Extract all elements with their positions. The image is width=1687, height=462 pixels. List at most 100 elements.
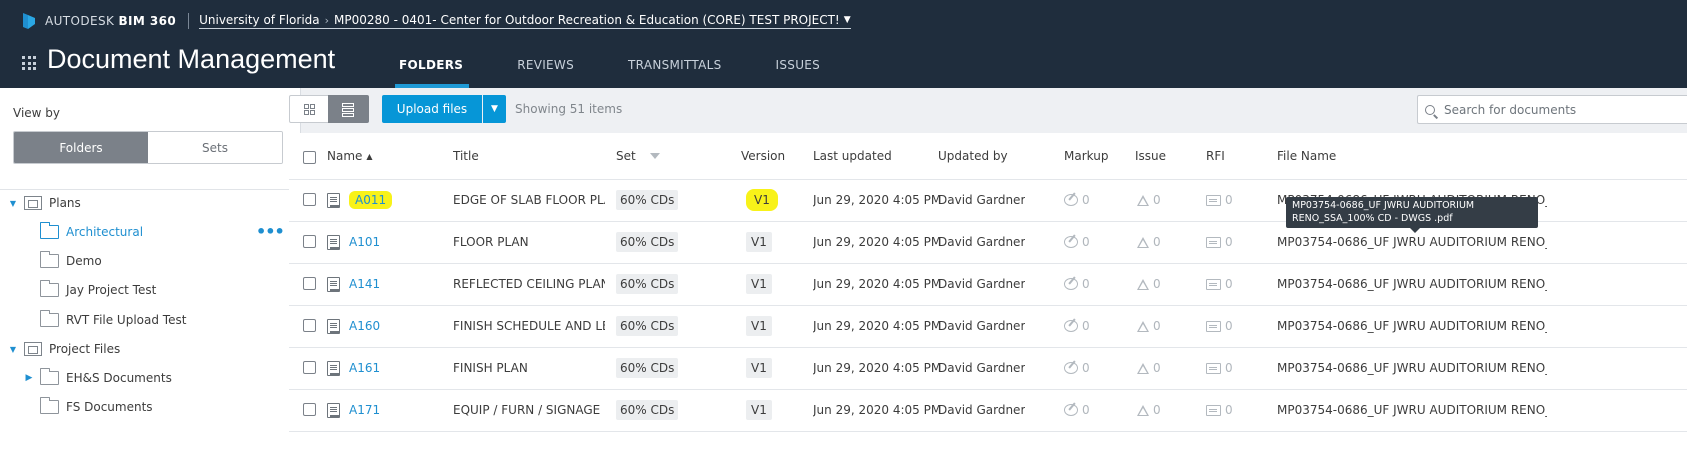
tree-item-ehs-documents[interactable]: ▶ EH&S Documents (24, 366, 172, 390)
issue-cell[interactable]: 0 (1137, 389, 1161, 431)
select-all-checkbox[interactable] (303, 151, 316, 164)
name-cell[interactable]: A160 (327, 305, 380, 347)
tab-issues[interactable]: ISSUES (776, 52, 821, 88)
upload-dropdown-icon[interactable]: ▼ (483, 95, 506, 123)
name-cell[interactable]: A011 (327, 179, 393, 221)
version-cell[interactable]: V1 (746, 305, 772, 347)
upload-files-button[interactable]: Upload files (382, 95, 482, 123)
rfi-cell[interactable]: 0 (1206, 389, 1233, 431)
document-name-link[interactable]: A160 (349, 319, 380, 333)
tab-reviews[interactable]: REVIEWS (517, 52, 574, 88)
table-row[interactable]: A160 FINISH SCHEDULE AND LEG... 60% CDs V1 J… (289, 305, 1687, 348)
document-name-link[interactable]: A161 (349, 361, 380, 375)
row-checkbox[interactable] (303, 361, 316, 374)
document-name-link[interactable]: A171 (349, 403, 380, 417)
tree-item-plans[interactable]: ▼ Plans (8, 191, 81, 215)
table-row[interactable]: A161 FINISH PLAN 60% CDs V1 Jun 29, 2020 4:0… (289, 347, 1687, 390)
tree-item-project-files[interactable]: ▼ Project Files (8, 337, 120, 361)
filter-icon[interactable] (649, 153, 660, 159)
issue-warning-icon (1137, 404, 1149, 416)
rfi-count: 0 (1225, 277, 1233, 291)
app-switcher-icon[interactable] (22, 56, 36, 70)
name-cell[interactable]: A161 (327, 347, 380, 389)
table-row[interactable]: A171 EQUIP / FURN / SIGNAGE P... 60% CDs V1… (289, 389, 1687, 432)
list-view-button[interactable] (328, 95, 369, 123)
rfi-cell[interactable]: 0 (1206, 221, 1233, 263)
row-checkbox[interactable] (303, 235, 316, 248)
file-name-cell[interactable]: MP03754-0686_UF JWRU AUDITORIUM RENO_SSA… (1277, 389, 1547, 431)
tree-item-fs-documents[interactable]: FS Documents (40, 395, 153, 419)
file-name-cell[interactable]: MP03754-0686_UF JWRU AUDITORIUM RENO_SSA… (1277, 305, 1547, 347)
issue-cell[interactable]: 0 (1137, 347, 1161, 389)
col-rfi-header[interactable]: RFI (1206, 133, 1225, 179)
project-name[interactable]: MP00280 - 0401- Center for Outdoor Recre… (334, 13, 840, 27)
rfi-cell[interactable]: 0 (1206, 263, 1233, 305)
col-name-header[interactable]: Name ▲ (327, 133, 373, 179)
name-cell[interactable]: A171 (327, 389, 380, 431)
document-name-link[interactable]: A011 (349, 191, 393, 209)
expand-arrow-icon[interactable]: ▼ (8, 345, 18, 354)
rfi-cell[interactable]: 0 (1206, 347, 1233, 389)
version-badge[interactable]: V1 (746, 189, 778, 211)
autodesk-logo-icon[interactable] (22, 12, 36, 30)
grid-view-button[interactable] (289, 95, 329, 123)
col-updated-by-header[interactable]: Updated by (938, 133, 1008, 179)
search-input[interactable]: Search for documents (1417, 95, 1687, 124)
account-name[interactable]: University of Florida (199, 13, 320, 27)
col-markup-header[interactable]: Markup (1064, 133, 1108, 179)
col-file-name-header[interactable]: File Name (1277, 133, 1336, 179)
tree-item-architectural[interactable]: Architectural (40, 220, 143, 244)
row-checkbox[interactable] (303, 277, 316, 290)
expand-arrow-icon[interactable]: ▼ (8, 199, 18, 208)
version-cell[interactable]: V1 (746, 389, 772, 431)
issue-cell[interactable]: 0 (1137, 221, 1161, 263)
version-badge[interactable]: V1 (746, 400, 772, 420)
tree-item-demo[interactable]: Demo (40, 249, 102, 273)
version-badge[interactable]: V1 (746, 232, 772, 252)
chevron-down-icon[interactable]: ▼ (844, 15, 851, 25)
tab-folders[interactable]: FOLDERS (394, 52, 470, 88)
markup-cell[interactable]: 0 (1064, 263, 1090, 305)
row-checkbox[interactable] (303, 403, 316, 416)
tree-item-rvt-file-upload-test[interactable]: RVT File Upload Test (40, 308, 186, 332)
file-name-cell[interactable]: MP03754-0686_UF JWRU AUDITORIUM RENO_SSA… (1277, 263, 1547, 305)
markup-cell[interactable]: 0 (1064, 305, 1090, 347)
file-name-cell[interactable]: MP03754-0686_UF JWRU AUDITORIUM RENO_SSA… (1277, 347, 1547, 389)
tab-transmittals[interactable]: TRANSMITTALS (628, 52, 722, 88)
markup-cell[interactable]: 0 (1064, 179, 1090, 221)
row-checkbox[interactable] (303, 193, 316, 206)
version-cell[interactable]: V1 (746, 263, 772, 305)
document-name-link[interactable]: A141 (349, 277, 380, 291)
col-version-header[interactable]: Version (741, 133, 785, 179)
col-title-header[interactable]: Title (453, 133, 479, 179)
issue-cell[interactable]: 0 (1137, 179, 1161, 221)
version-cell[interactable]: V1 (746, 179, 778, 221)
markup-cell[interactable]: 0 (1064, 221, 1090, 263)
version-cell[interactable]: V1 (746, 221, 772, 263)
issue-cell[interactable]: 0 (1137, 305, 1161, 347)
name-cell[interactable]: A141 (327, 263, 380, 305)
name-cell[interactable]: A101 (327, 221, 380, 263)
document-name-link[interactable]: A101 (349, 235, 380, 249)
rfi-cell[interactable]: 0 (1206, 179, 1233, 221)
col-updated-header[interactable]: Last updated (813, 133, 892, 179)
view-by-sets-button[interactable]: Sets (148, 132, 282, 163)
table-row[interactable]: A141 REFLECTED CEILING PLAN 60% CDs V1 Jun 2… (289, 263, 1687, 306)
project-selector[interactable]: University of Florida › MP00280 - 0401- … (199, 13, 851, 29)
version-badge[interactable]: V1 (746, 316, 772, 336)
row-checkbox[interactable] (303, 319, 316, 332)
version-cell[interactable]: V1 (746, 347, 772, 389)
version-badge[interactable]: V1 (746, 358, 772, 378)
markup-cell[interactable]: 0 (1064, 347, 1090, 389)
issue-cell[interactable]: 0 (1137, 263, 1161, 305)
view-by-folders-button[interactable]: Folders (14, 132, 148, 163)
more-options-icon[interactable]: ••• (256, 222, 285, 241)
collapsed-arrow-icon[interactable]: ▶ (24, 373, 34, 383)
markup-cell[interactable]: 0 (1064, 389, 1090, 431)
markup-count: 0 (1082, 193, 1090, 207)
col-set-header[interactable]: Set (616, 133, 660, 179)
rfi-cell[interactable]: 0 (1206, 305, 1233, 347)
version-badge[interactable]: V1 (746, 274, 772, 294)
col-issue-header[interactable]: Issue (1135, 133, 1166, 179)
tree-item-jay-project-test[interactable]: Jay Project Test (40, 278, 156, 302)
